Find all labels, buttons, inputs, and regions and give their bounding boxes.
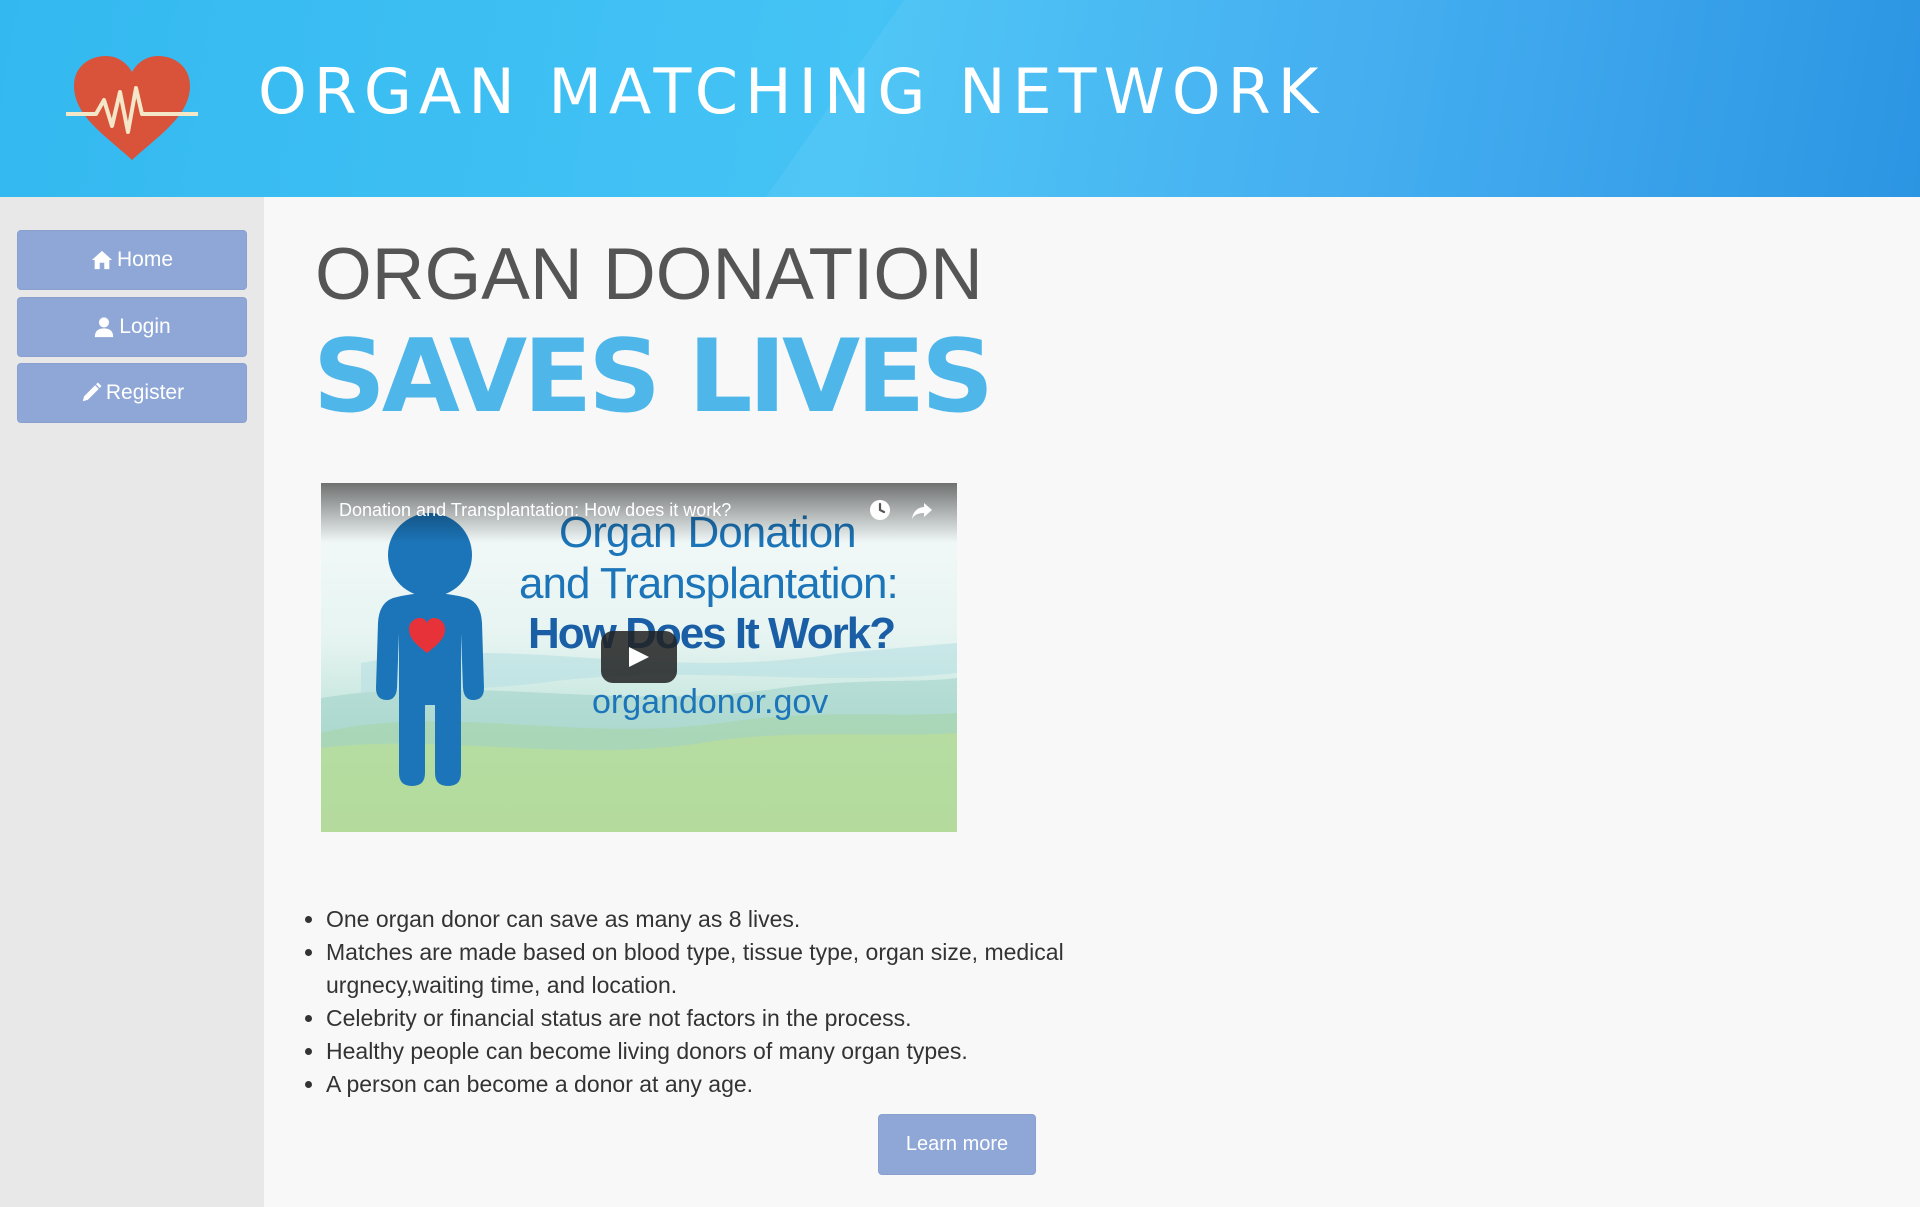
video-player[interactable]: Organ Donation and Transplantation: How … — [321, 483, 957, 832]
headline-saves-lives: SAVES LIVES — [313, 317, 994, 435]
user-icon — [95, 317, 114, 338]
video-thumbnail-line4: organdonor.gov — [592, 683, 829, 721]
list-item: A person can become a donor at any age. — [326, 1068, 1086, 1101]
heart-pulse-icon[interactable] — [66, 52, 198, 164]
play-button[interactable] — [601, 631, 677, 683]
sidebar-item-register[interactable]: Register — [17, 363, 247, 423]
list-item: Celebrity or financial status are not fa… — [326, 1002, 1086, 1035]
watch-later-icon[interactable] — [868, 498, 892, 522]
list-item: Matches are made based on blood type, ti… — [326, 936, 1086, 1002]
video-thumbnail-line2: and Transplantation: — [519, 559, 899, 608]
learn-more-button[interactable]: Learn more — [878, 1114, 1036, 1175]
sidebar-item-label: Register — [105, 381, 185, 404]
sidebar-item-label: Login — [119, 315, 171, 338]
site-title: ORGAN MATCHING NETWORK — [258, 55, 1326, 128]
sidebar: Home Login Register — [0, 197, 264, 1207]
sidebar-item-home[interactable]: Home — [17, 230, 247, 290]
pencil-icon — [82, 382, 102, 402]
home-icon — [91, 250, 113, 270]
video-thumbnail-line3: How Does It Work? — [528, 609, 896, 658]
play-icon — [629, 647, 649, 667]
list-item: One organ donor can save as many as 8 li… — [326, 903, 1086, 936]
headline-organ-donation: ORGAN DONATION — [315, 234, 983, 315]
sidebar-item-label: Home — [116, 248, 174, 271]
share-icon[interactable] — [910, 498, 934, 522]
video-title[interactable]: Donation and Transplantation: How does i… — [339, 500, 731, 521]
sidebar-item-login[interactable]: Login — [17, 297, 247, 357]
facts-list: One organ donor can save as many as 8 li… — [302, 903, 1086, 1101]
list-item: Healthy people can become living donors … — [326, 1035, 1086, 1068]
site-header: ORGAN MATCHING NETWORK — [0, 0, 1920, 197]
